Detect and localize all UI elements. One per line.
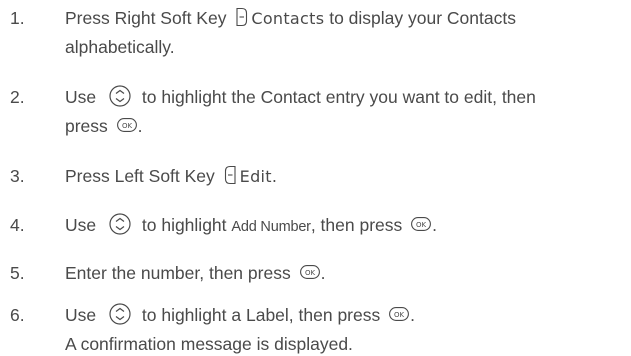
right-soft-key-icon bbox=[235, 7, 248, 27]
step-6: 6. Use to highlight a Label, then press … bbox=[0, 303, 631, 356]
step-5: 5. Enter the number, then press OK . bbox=[0, 262, 631, 286]
step-text: Use to highlight Add Number, then press … bbox=[65, 213, 438, 235]
nav-key-icon bbox=[109, 85, 131, 107]
step-number: 6. bbox=[10, 305, 25, 325]
step-text: Enter the number, then press OK . bbox=[65, 263, 326, 283]
svg-text:OK: OK bbox=[416, 221, 427, 229]
step-number: 2. bbox=[10, 87, 25, 107]
nav-key-icon bbox=[109, 303, 131, 325]
ok-key-icon: OK bbox=[299, 265, 320, 280]
step-3: 3. Press Left Soft Key Edit. bbox=[0, 165, 631, 189]
step-text-continued: alphabetically. bbox=[65, 37, 175, 57]
svg-text:OK: OK bbox=[305, 269, 316, 277]
step-text: Use to highlight the Contact entry you w… bbox=[65, 85, 536, 107]
step-number: 1. bbox=[10, 8, 25, 28]
instruction-steps: 1. Press Right Soft Key Contacts to disp… bbox=[0, 0, 631, 356]
nav-key-icon bbox=[109, 213, 131, 235]
step-number: 5. bbox=[10, 263, 25, 283]
left-soft-key-icon bbox=[224, 165, 237, 185]
step-text-continued: press OK . bbox=[65, 116, 143, 136]
step-number: 3. bbox=[10, 166, 25, 186]
step-number: 4. bbox=[10, 215, 25, 235]
step-text: Press Left Soft Key Edit. bbox=[65, 165, 278, 186]
ok-key-icon: OK bbox=[116, 118, 137, 133]
svg-text:OK: OK bbox=[122, 122, 133, 130]
step-1: 1. Press Right Soft Key Contacts to disp… bbox=[0, 7, 631, 59]
ok-key-icon: OK bbox=[411, 217, 432, 232]
step-text: Use to highlight a Label, then press OK … bbox=[65, 303, 415, 325]
step-2: 2. Use to highlight the Contact entry yo… bbox=[0, 85, 631, 138]
ok-key-icon: OK bbox=[389, 307, 410, 322]
step-text-continued: A confirmation message is displayed. bbox=[65, 334, 353, 354]
menu-option-add-number: Add Number bbox=[231, 219, 311, 235]
svg-text:OK: OK bbox=[394, 311, 405, 319]
step-text: Press Right Soft Key Contacts to display… bbox=[65, 7, 516, 28]
step-4: 4. Use to highlight Add Number, then pre… bbox=[0, 213, 631, 238]
